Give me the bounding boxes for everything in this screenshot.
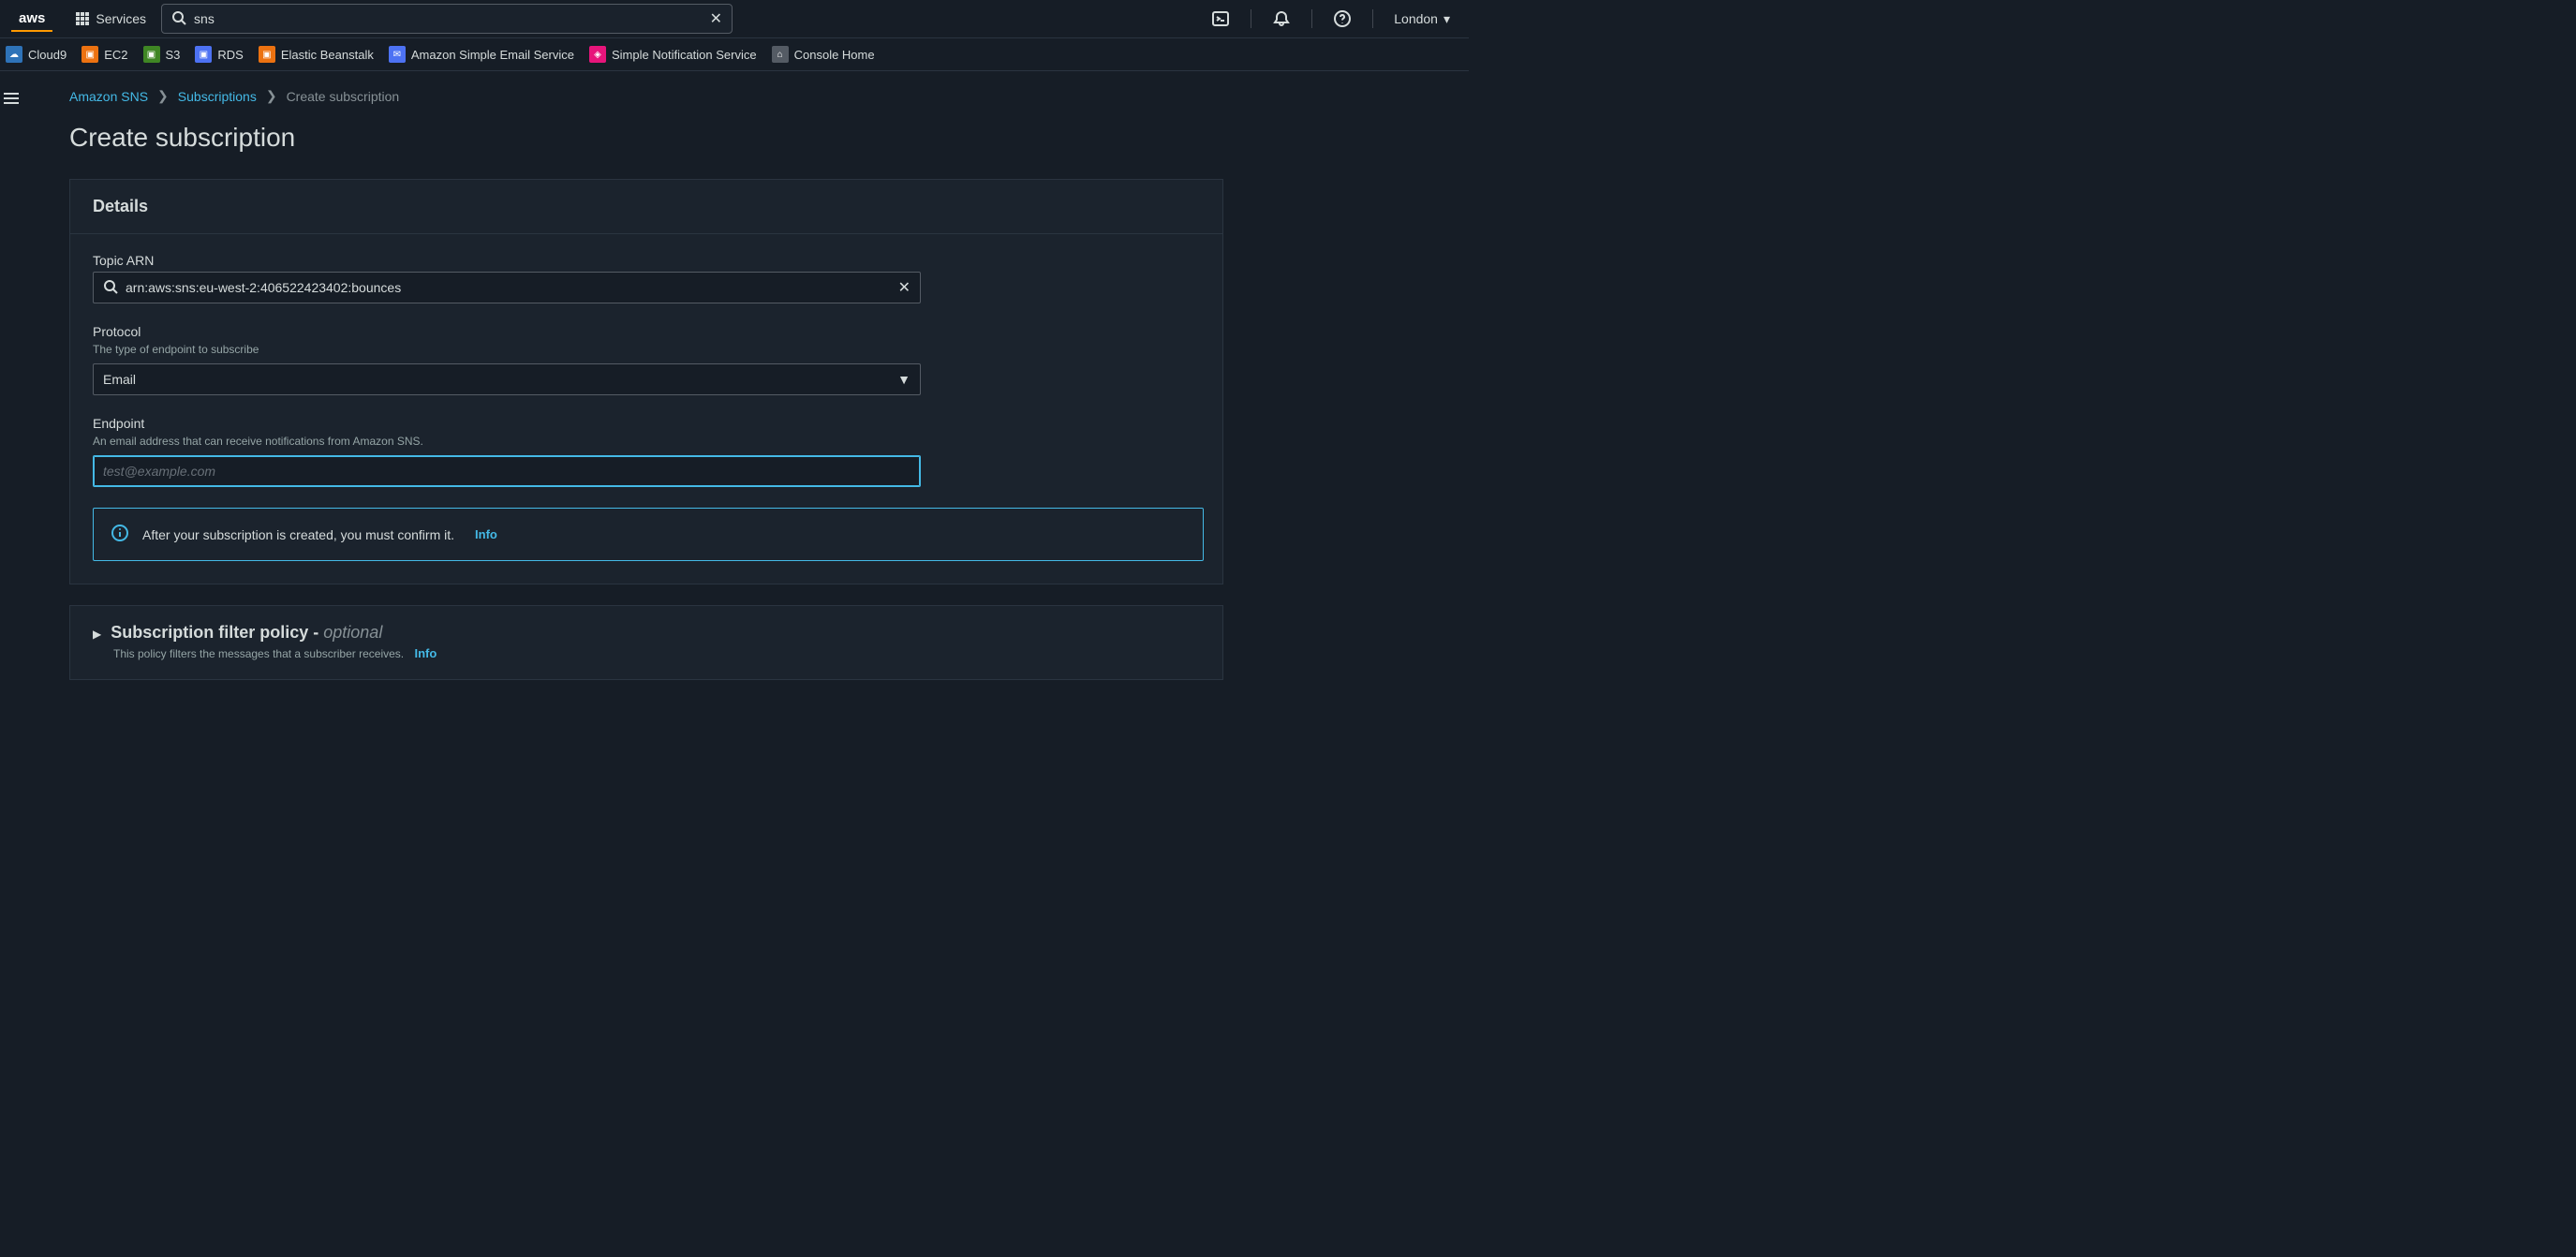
separator xyxy=(1311,9,1312,28)
region-label: London xyxy=(1394,11,1438,26)
services-label: Services xyxy=(96,11,146,26)
caret-down-icon: ▾ xyxy=(1443,11,1450,27)
chevron-right-icon: ❯ xyxy=(157,88,169,104)
shortcut-cloud9[interactable]: ☁ Cloud9 xyxy=(6,46,67,63)
triangle-right-icon: ▶ xyxy=(93,628,101,641)
endpoint-field: Endpoint An email address that can recei… xyxy=(93,416,1200,487)
details-heading: Details xyxy=(70,180,1222,234)
shortcut-label: Console Home xyxy=(794,48,875,62)
help-button[interactable] xyxy=(1325,2,1359,36)
endpoint-label: Endpoint xyxy=(93,416,1200,431)
search-icon xyxy=(171,10,186,28)
notifications-button[interactable] xyxy=(1265,2,1298,36)
separator xyxy=(1372,9,1373,28)
breadcrumb-root[interactable]: Amazon SNS xyxy=(69,89,148,104)
filter-policy-title: Subscription filter policy xyxy=(111,623,308,642)
service-icon: ▣ xyxy=(81,46,98,63)
shortcut-sns[interactable]: ◈ Simple Notification Service xyxy=(589,46,757,63)
service-icon: ▣ xyxy=(143,46,160,63)
confirmation-alert: After your subscription is created, you … xyxy=(93,508,1204,561)
caret-down-icon: ▼ xyxy=(897,372,910,387)
shortcut-ses[interactable]: ✉ Amazon Simple Email Service xyxy=(389,46,574,63)
info-link[interactable]: Info xyxy=(475,527,497,541)
protocol-select[interactable]: Email ▼ xyxy=(93,363,921,395)
service-icon: ▣ xyxy=(195,46,212,63)
service-icon: ☁ xyxy=(6,46,22,63)
filter-policy-panel: ▶ Subscription filter policy - optional … xyxy=(69,605,1223,680)
protocol-label: Protocol xyxy=(93,324,1200,339)
filter-policy-description: This policy filters the messages that a … xyxy=(113,647,404,660)
service-icon: ⌂ xyxy=(772,46,789,63)
shortcut-label: Amazon Simple Email Service xyxy=(411,48,574,62)
chevron-right-icon: ❯ xyxy=(266,88,277,104)
side-panel-toggle[interactable] xyxy=(0,84,22,114)
info-link[interactable]: Info xyxy=(414,646,437,660)
details-panel: Details Topic ARN ✕ Protocol The type of… xyxy=(69,179,1223,584)
breadcrumb-current: Create subscription xyxy=(287,89,400,104)
shortcut-label: Cloud9 xyxy=(28,48,67,62)
shortcut-ec2[interactable]: ▣ EC2 xyxy=(81,46,127,63)
shortcut-s3[interactable]: ▣ S3 xyxy=(143,46,181,63)
services-menu-button[interactable]: Services xyxy=(67,7,154,30)
endpoint-description: An email address that can receive notifi… xyxy=(93,435,1200,448)
breadcrumb-subscriptions[interactable]: Subscriptions xyxy=(178,89,257,104)
region-selector[interactable]: London ▾ xyxy=(1386,11,1458,27)
main-content: Amazon SNS ❯ Subscriptions ❯ Create subs… xyxy=(0,71,1469,680)
global-search[interactable]: ✕ xyxy=(161,4,733,34)
shortcut-label: Simple Notification Service xyxy=(612,48,757,62)
topic-arn-input[interactable] xyxy=(126,280,891,295)
cloudshell-button[interactable] xyxy=(1204,2,1237,36)
shortcut-label: S3 xyxy=(166,48,181,62)
service-icon: ▣ xyxy=(259,46,275,63)
alert-text: After your subscription is created, you … xyxy=(142,527,454,542)
topic-arn-field: Topic ARN ✕ xyxy=(93,253,1200,303)
clear-icon[interactable]: ✕ xyxy=(898,278,910,297)
shortcut-label: Elastic Beanstalk xyxy=(281,48,374,62)
shortcut-label: RDS xyxy=(217,48,243,62)
topic-arn-label: Topic ARN xyxy=(93,253,1200,268)
info-icon xyxy=(111,524,129,545)
search-input[interactable] xyxy=(194,11,703,26)
service-icon: ✉ xyxy=(389,46,406,63)
shortcut-label: EC2 xyxy=(104,48,127,62)
protocol-description: The type of endpoint to subscribe xyxy=(93,343,1200,356)
search-icon xyxy=(103,279,118,297)
filter-policy-toggle[interactable]: ▶ Subscription filter policy - optional xyxy=(93,623,1200,643)
protocol-value: Email xyxy=(103,372,890,387)
protocol-field: Protocol The type of endpoint to subscri… xyxy=(93,324,1200,395)
grid-icon xyxy=(75,11,90,26)
page-title: Create subscription xyxy=(69,123,1441,153)
service-shortcuts-bar: ☁ Cloud9 ▣ EC2 ▣ S3 ▣ RDS ▣ Elastic Bean… xyxy=(0,37,1469,71)
shortcut-elastic-beanstalk[interactable]: ▣ Elastic Beanstalk xyxy=(259,46,374,63)
clear-search-icon[interactable]: ✕ xyxy=(710,9,722,28)
top-nav: aws Services ✕ London ▾ xyxy=(0,0,1469,37)
endpoint-input[interactable] xyxy=(103,464,910,479)
aws-logo[interactable]: aws xyxy=(11,7,52,32)
shortcut-rds[interactable]: ▣ RDS xyxy=(195,46,243,63)
service-icon: ◈ xyxy=(589,46,606,63)
shortcut-console-home[interactable]: ⌂ Console Home xyxy=(772,46,875,63)
topic-arn-input-wrap[interactable]: ✕ xyxy=(93,272,921,303)
breadcrumb: Amazon SNS ❯ Subscriptions ❯ Create subs… xyxy=(69,88,1441,104)
optional-label: optional xyxy=(323,623,382,642)
endpoint-input-wrap[interactable] xyxy=(93,455,921,487)
